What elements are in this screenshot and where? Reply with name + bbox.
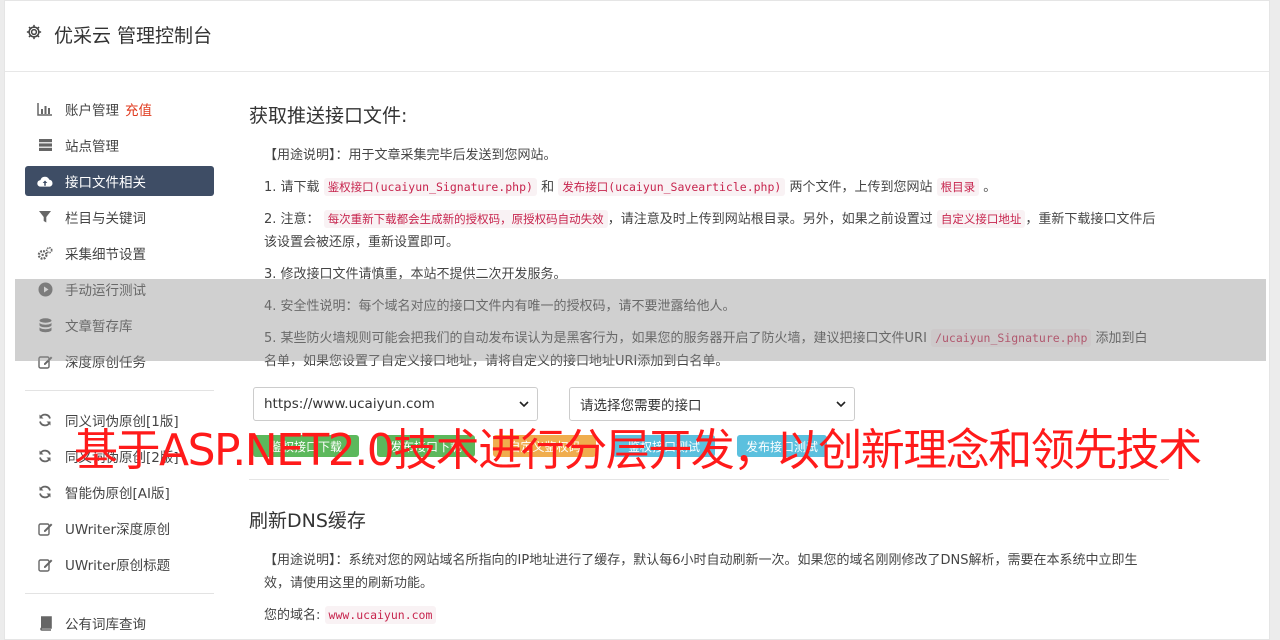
sidebar-item[interactable]: UWriter深度原创 (25, 513, 214, 543)
book-icon (37, 615, 53, 631)
sidebar-item-label: 账户管理 (65, 103, 119, 119)
refresh-icon (37, 484, 53, 500)
code-root: 根目录 (936, 178, 980, 196)
edit-icon (37, 556, 53, 572)
watermark-text: 基于ASP.NET2.0技术进行分层开发，以创新理念和领先技术 (74, 425, 1202, 476)
sidebar-item[interactable]: UWriter原创标题 (25, 549, 214, 579)
usage-tag: 【用途说明】 (264, 553, 336, 568)
instruction-2: 2. 注意： 每次重新下载都会生成新的授权码，原授权码自动失效 ，请注意及时上传到… (249, 208, 1169, 254)
api-select-value: 请选择您需要的接口 (580, 398, 702, 414)
sidebar-item[interactable]: 栏目与关键词 (25, 202, 214, 232)
chevron-down-icon (836, 401, 846, 408)
sidebar-item-label: 公有词库查询 (65, 617, 146, 633)
sidebar-item[interactable]: 接口文件相关 (25, 166, 214, 196)
site-select-value: https://www.ucaiyun.com (264, 396, 435, 412)
sidebar-item-label: 采集细节设置 (65, 247, 146, 263)
sidebar-item[interactable]: 采集细节设置 (25, 238, 214, 268)
usage-tag: 【用途说明】 (264, 148, 336, 163)
cloud-upload-icon (37, 173, 53, 189)
code-savearticle: 发布接口(ucaiyun_Savearticle.php) (558, 178, 786, 196)
edit-icon (37, 520, 53, 536)
dns-usage-note: 【用途说明】：系统对您的网站域名所指向的IP地址进行了缓存，默认每6小时自动刷新… (249, 549, 1169, 595)
sidebar-item[interactable]: 公有词库查询 (25, 608, 214, 638)
domain-value: www.ucaiyun.com (324, 606, 437, 624)
refresh-icon (37, 448, 53, 464)
text: 和 (541, 180, 555, 195)
code-signature: 鉴权接口(ucaiyun_Signature.php) (323, 178, 537, 196)
text: 两个文件，上传到您网站 (789, 180, 933, 195)
usage-note: 【用途说明】：用于文章采集完毕后发送到您网站。 (249, 144, 1169, 167)
chevron-down-icon (519, 401, 529, 408)
filter-icon (37, 209, 53, 225)
gear-icon (26, 24, 42, 40)
gray-overlay-band (15, 279, 1266, 361)
sidebar-item[interactable]: 站点管理 (25, 130, 214, 160)
text: 2. 注意： (264, 212, 320, 227)
gears-icon (37, 245, 53, 261)
sidebar-item[interactable]: 智能伪原创[AI版] (25, 477, 214, 507)
text: 1. 请下载 (264, 180, 320, 195)
instruction-1: 1. 请下载 鉴权接口(ucaiyun_Signature.php) 和 发布接… (249, 176, 1169, 199)
usage-text: ：用于文章采集完毕后发送到您网站。 (335, 148, 557, 163)
code-warning: 每次重新下载都会生成新的授权码，原授权码自动失效 (323, 210, 608, 228)
sidebar-divider (25, 390, 214, 391)
main-content: 获取推送接口文件: 【用途说明】：用于文章采集完毕后发送到您网站。 1. 请下载… (249, 101, 1169, 636)
section-title: 获取推送接口文件: (249, 105, 408, 127)
domain-label: 您的域名: (264, 608, 321, 623)
sidebar-item[interactable]: 账户管理 充值 (25, 94, 214, 124)
sidebar-divider (25, 593, 214, 594)
header: 优采云 管理控制台 (5, 1, 1269, 72)
domain-line: 您的域名: www.ucaiyun.com (249, 604, 1169, 627)
usage-text: ：系统对您的网站域名所指向的IP地址进行了缓存，默认每6小时自动刷新一次。如果您… (264, 553, 1138, 591)
server-icon (37, 137, 53, 153)
refresh-icon (37, 412, 53, 428)
section-title-dns: 刷新DNS缓存 (249, 510, 366, 532)
code-custom-api: 自定义接口地址 (936, 210, 1026, 228)
sidebar-item-label: UWriter深度原创 (65, 522, 171, 538)
sidebar-item-label: UWriter原创标题 (65, 558, 171, 574)
sidebar-item-label: 接口文件相关 (65, 175, 146, 191)
divider (249, 479, 1169, 480)
sidebar-item-label: 智能伪原创[AI版] (65, 486, 170, 502)
text: ，请注意及时上传到网站根目录。另外，如果之前设置过 (607, 212, 933, 227)
app-title: 优采云 管理控制台 (54, 25, 213, 47)
sidebar-item-label: 站点管理 (65, 139, 119, 155)
text: 。 (983, 180, 997, 195)
sidebar-item-label: 栏目与关键词 (65, 211, 146, 227)
recharge-link[interactable]: 充值 (125, 99, 152, 119)
sidebar: 账户管理 充值 站点管理 接口文件相关 栏目与关键词 采集细节设置 手动运行测试 文章暂存库深… (25, 94, 214, 640)
bar-chart-icon (37, 101, 53, 117)
